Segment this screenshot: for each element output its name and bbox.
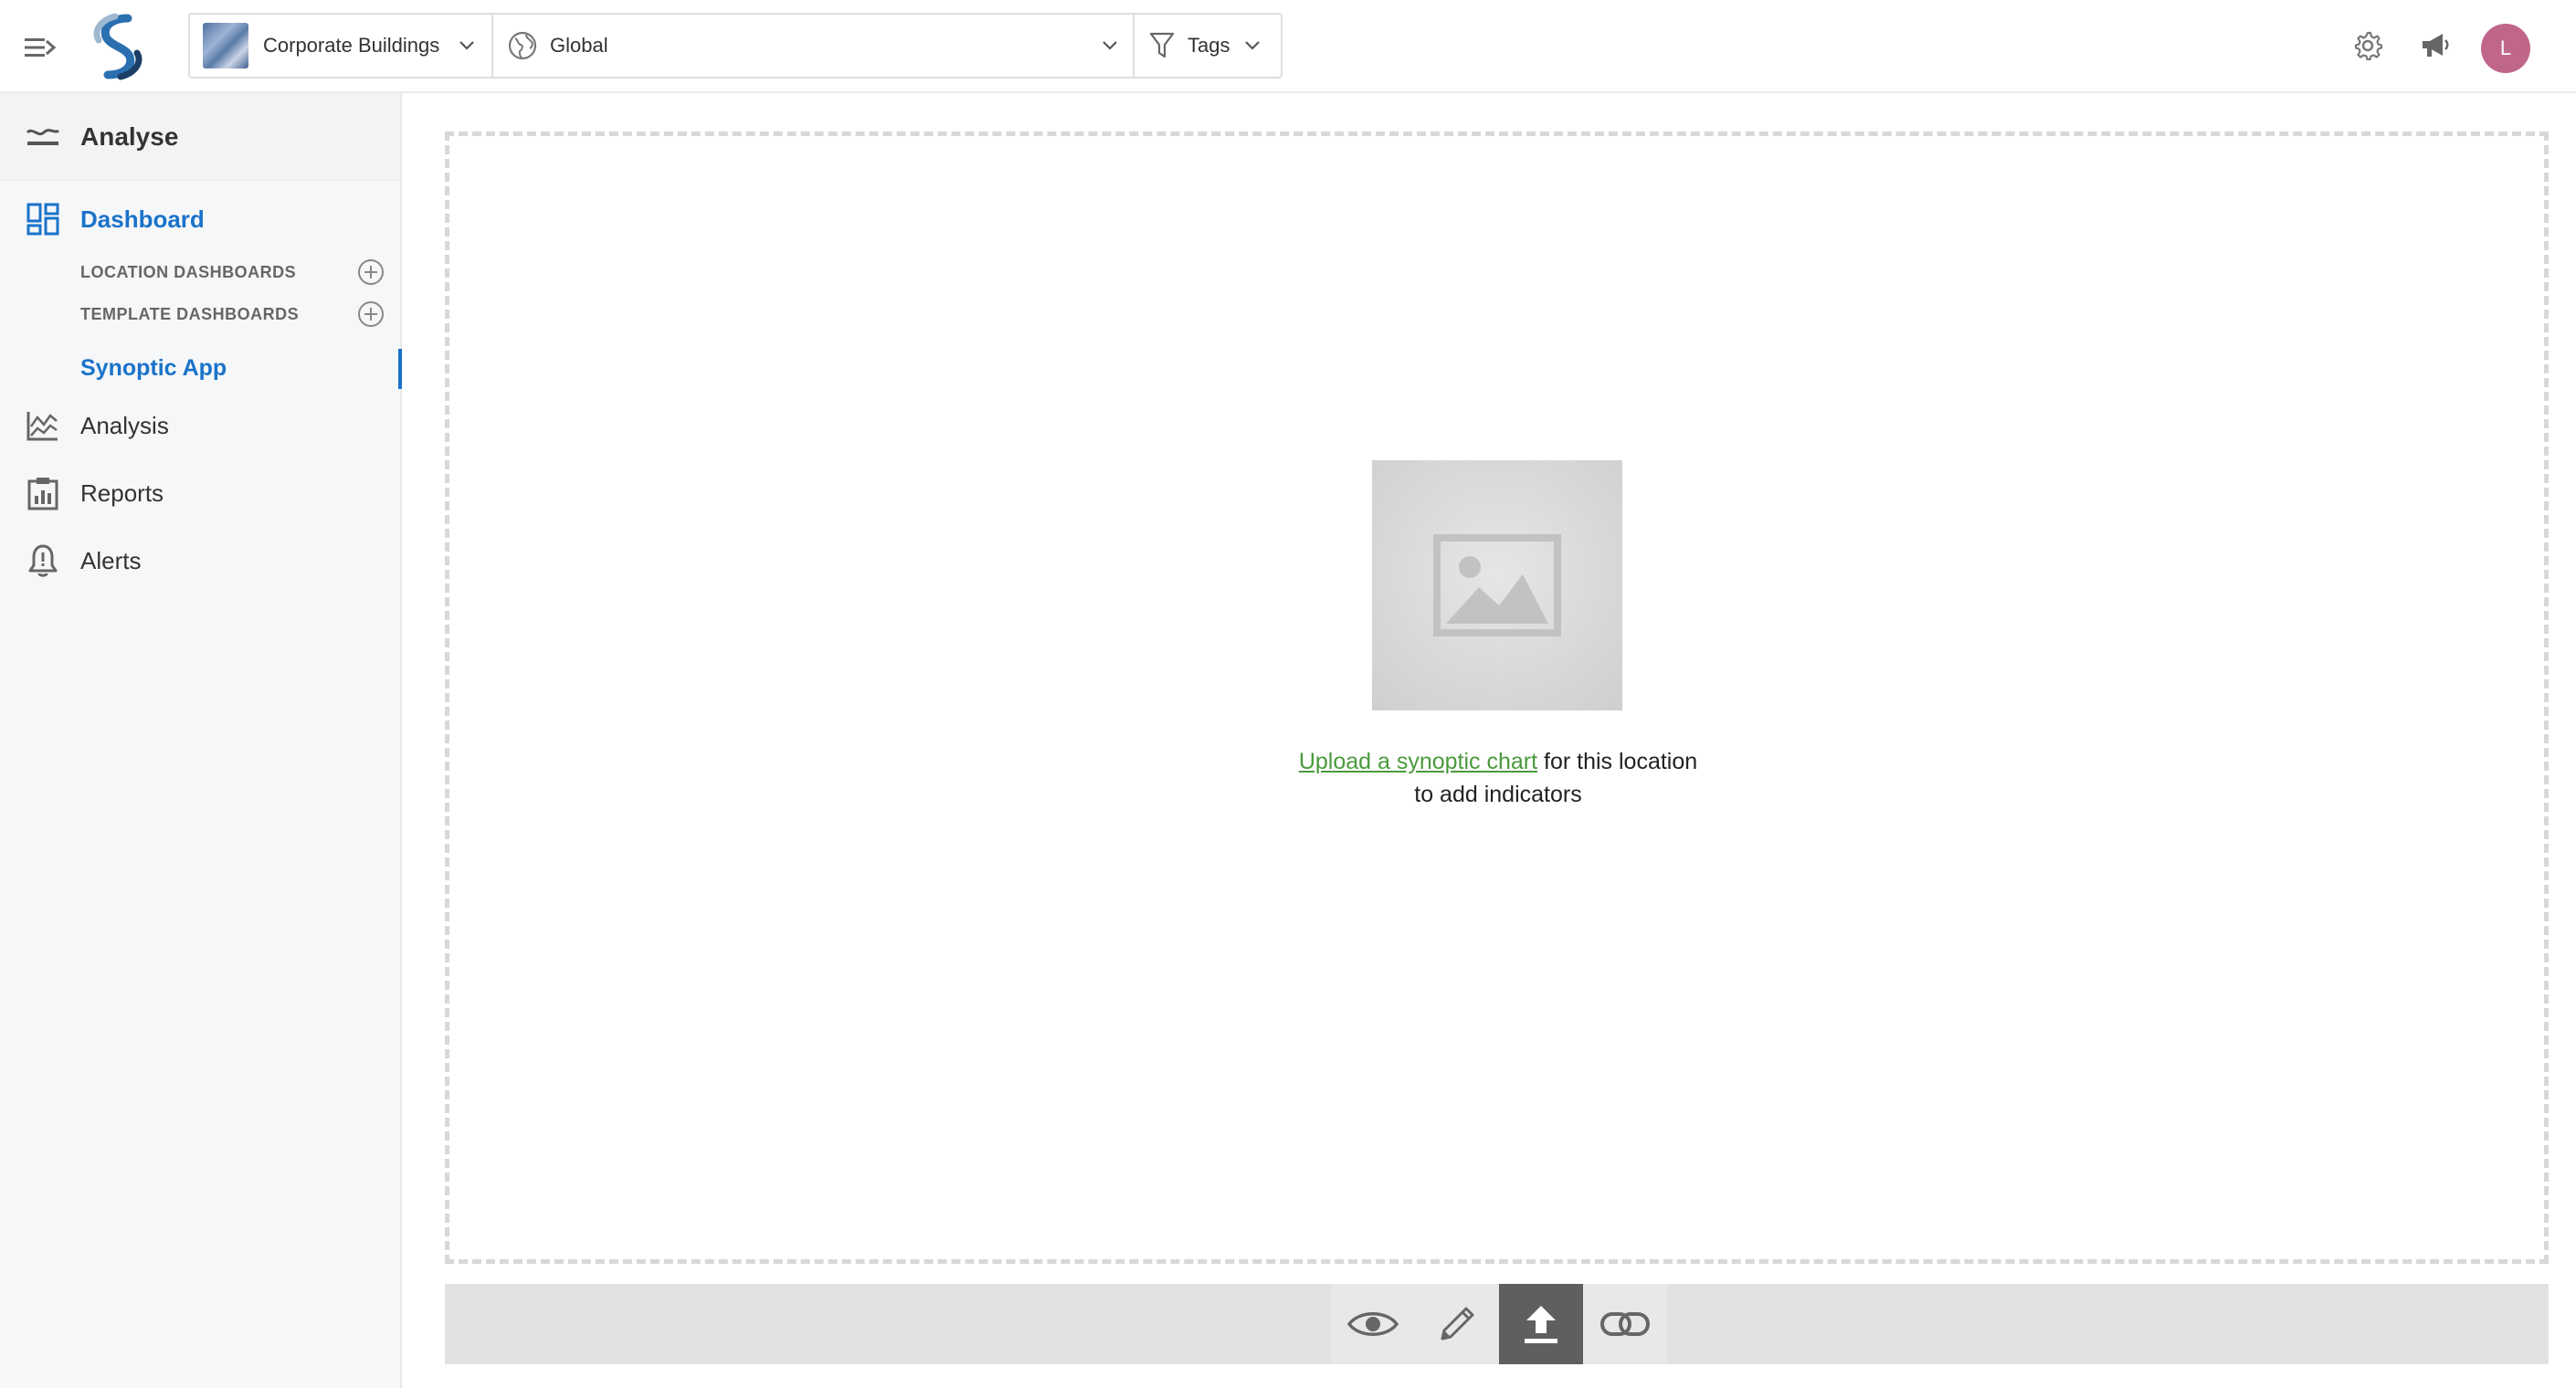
- line-chart-icon: [26, 408, 60, 443]
- sidebar-item-label: Dashboard: [80, 205, 205, 233]
- pencil-icon: [1441, 1307, 1474, 1341]
- bell-icon: [26, 543, 60, 578]
- edit-mode-button[interactable]: [1415, 1284, 1499, 1364]
- megaphone-icon[interactable]: [2417, 27, 2454, 64]
- sidebar-item-reports[interactable]: Reports: [0, 466, 400, 520]
- bottom-toolbar: [445, 1284, 2549, 1364]
- sidebar-item-analysis[interactable]: Analysis: [0, 398, 400, 453]
- user-avatar[interactable]: L: [2481, 24, 2530, 73]
- link-mode-button[interactable]: [1583, 1284, 1667, 1364]
- sidebar: Analyse Dashboard LOCATION DASHBOARDS TE…: [0, 93, 402, 1388]
- upload-message-line2: to add indicators: [1414, 782, 1582, 807]
- location-thumbnail: [203, 23, 248, 68]
- mode-button-group: [1331, 1284, 1667, 1364]
- region-selector-label: Global: [550, 34, 608, 57]
- upload-icon: [1525, 1306, 1557, 1343]
- image-icon: [1433, 534, 1561, 636]
- tags-filter-label: Tags: [1188, 34, 1230, 57]
- link-icon: [1600, 1312, 1650, 1336]
- sidebar-sub-label: LOCATION DASHBOARDS: [80, 262, 297, 281]
- chevron-down-icon: [459, 41, 474, 50]
- clipboard-chart-icon: [26, 476, 60, 510]
- image-placeholder: [1372, 460, 1622, 710]
- upload-message-text: for this location: [1537, 749, 1698, 774]
- filter-icon: [1149, 32, 1175, 58]
- context-selector-group: Corporate Buildings Global Tags: [188, 13, 1283, 79]
- menu-toggle-icon[interactable]: [22, 29, 58, 66]
- sidebar-item-alerts[interactable]: Alerts: [0, 533, 400, 588]
- analyse-wave-icon: [26, 120, 60, 154]
- sidebar-sub-label: TEMPLATE DASHBOARDS: [80, 304, 300, 323]
- add-template-dashboard-icon[interactable]: [356, 300, 385, 329]
- tags-filter[interactable]: Tags: [1135, 15, 1281, 77]
- sidebar-sub-location-dashboards[interactable]: LOCATION DASHBOARDS: [80, 254, 391, 290]
- sidebar-item-label: Analysis: [80, 411, 169, 439]
- upload-message: Upload a synoptic chart for this locatio…: [1188, 745, 1809, 811]
- sidebar-sub-template-dashboards[interactable]: TEMPLATE DASHBOARDS: [80, 296, 391, 332]
- sidebar-item-dashboard[interactable]: Dashboard: [0, 192, 400, 247]
- dashboard-grid-icon: [26, 202, 60, 237]
- app-logo[interactable]: [82, 13, 153, 80]
- top-bar: Corporate Buildings Global Tags L: [0, 0, 2576, 93]
- sidebar-item-label: Reports: [80, 478, 164, 507]
- chevron-down-icon: [1103, 41, 1117, 50]
- sidebar-item-synoptic-app[interactable]: Synoptic App: [0, 345, 402, 391]
- eye-icon: [1346, 1312, 1399, 1336]
- upload-synoptic-chart-link[interactable]: Upload a synoptic chart: [1299, 749, 1537, 774]
- view-mode-button[interactable]: [1331, 1284, 1415, 1364]
- location-selector[interactable]: Corporate Buildings: [190, 15, 493, 77]
- sidebar-section-analyse[interactable]: Analyse: [0, 93, 400, 181]
- region-selector[interactable]: Global: [493, 15, 1135, 77]
- sidebar-item-label: Synoptic App: [80, 354, 227, 381]
- sidebar-item-label: Alerts: [80, 546, 142, 574]
- sidebar-section-title: Analyse: [80, 121, 179, 151]
- avatar-initial: L: [2499, 37, 2512, 59]
- active-indicator: [398, 349, 402, 389]
- location-selector-label: Corporate Buildings: [263, 34, 440, 57]
- settings-gear-icon[interactable]: [2349, 27, 2386, 64]
- add-location-dashboard-icon[interactable]: [356, 258, 385, 287]
- upload-mode-button[interactable]: [1499, 1284, 1583, 1364]
- globe-icon: [508, 31, 537, 60]
- chevron-down-icon: [1245, 41, 1260, 50]
